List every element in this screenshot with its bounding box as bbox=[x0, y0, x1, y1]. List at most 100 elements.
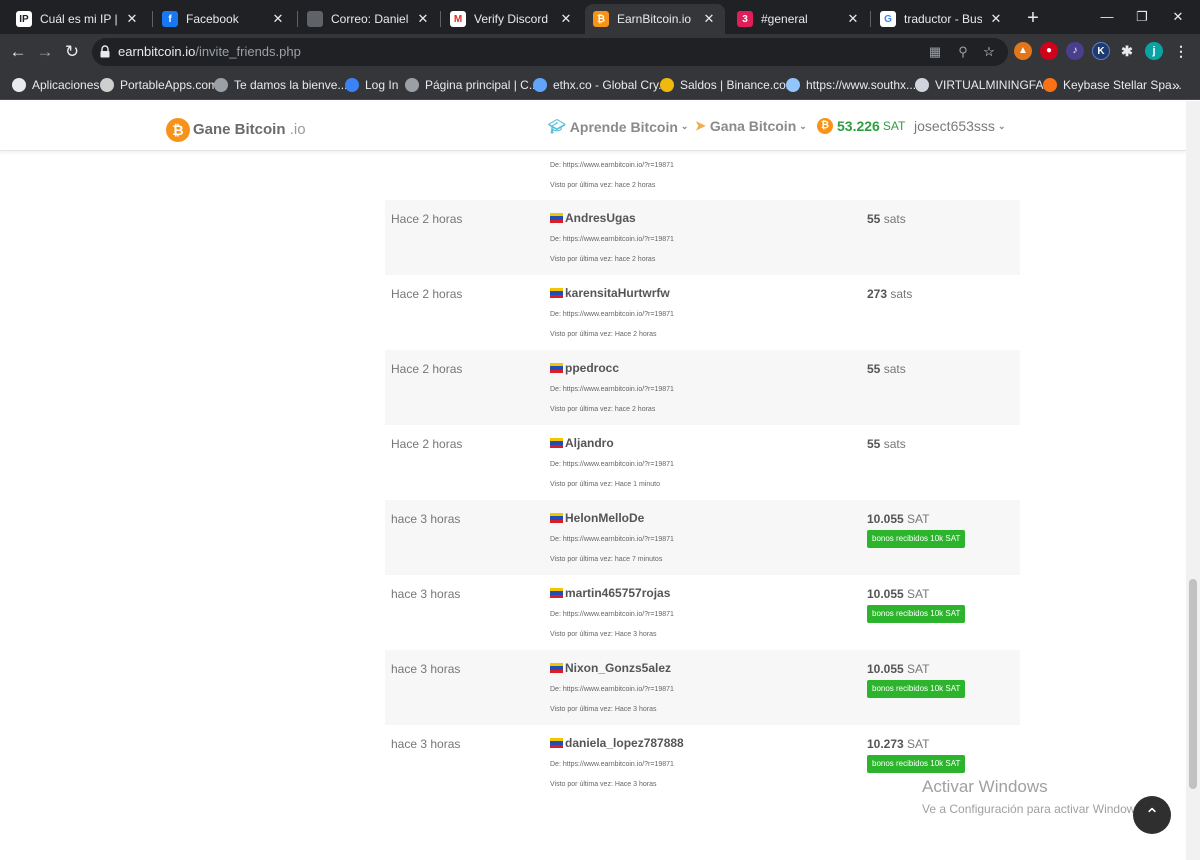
bonus-badge: bonos recibidos 10k SAT bbox=[867, 605, 966, 623]
extension-purple-icon[interactable]: ♪ bbox=[1066, 42, 1084, 60]
referral-last-seen: Visto por última vez: hace 7 minutos bbox=[550, 556, 663, 563]
tab-title: Correo: Daniela lope bbox=[331, 12, 409, 26]
tab-close-icon[interactable]: ✕ bbox=[270, 11, 286, 27]
windows-activation-title: Activar Windows bbox=[922, 777, 1048, 796]
bonus-badge: bonos recibidos 10k SAT bbox=[867, 530, 966, 548]
referral-username[interactable]: Nixon_Gonzs5alez bbox=[565, 661, 671, 675]
translate-icon[interactable]: ▦ bbox=[926, 43, 944, 61]
profile-avatar[interactable]: j bbox=[1145, 42, 1163, 60]
scrollbar-thumb[interactable] bbox=[1189, 579, 1197, 789]
referral-row: hace 3 horas Nixon_Gonzs5alez De: https://… bbox=[385, 650, 1020, 725]
earnings-amount: 10.273 bbox=[867, 737, 904, 751]
close-window-button[interactable]: ✕ bbox=[1163, 6, 1193, 28]
restore-button[interactable]: ❐ bbox=[1127, 6, 1157, 28]
bookmark-item[interactable]: Keybase Stellar Spa... bbox=[1043, 76, 1182, 94]
tab-favicon-icon: f bbox=[162, 11, 178, 27]
browser-tab[interactable]: IP Cuál es mi IP | Cómo ✕ bbox=[8, 4, 148, 34]
browser-tab[interactable]: M Verify Discord Login ✕ bbox=[442, 4, 582, 34]
tab-close-icon[interactable]: ✕ bbox=[988, 11, 1004, 27]
venezuela-flag-icon bbox=[550, 438, 563, 448]
bookmark-favicon-icon bbox=[915, 78, 929, 92]
page-scrollbar[interactable] bbox=[1186, 101, 1200, 860]
minimize-button[interactable]: — bbox=[1092, 6, 1122, 28]
tab-favicon-icon: G bbox=[880, 11, 896, 27]
zoom-icon[interactable]: ⚲ bbox=[954, 43, 972, 61]
bookmark-label: Saldos | Binance.com bbox=[680, 78, 796, 92]
bonus-badge: bonos recibidos 10k SAT bbox=[867, 755, 966, 773]
bookmark-item[interactable]: Log In bbox=[345, 76, 398, 94]
new-tab-button[interactable]: + bbox=[1022, 7, 1044, 29]
extensions-puzzle-icon[interactable]: ✱ bbox=[1118, 42, 1136, 60]
earnings-unit: SAT bbox=[907, 512, 930, 526]
nav-earn-bitcoin[interactable]: ➤ Gana Bitcoin ⌄ bbox=[695, 118, 807, 134]
referral-username[interactable]: AndresUgas bbox=[565, 211, 636, 225]
site-navbar: ₿ Gane Bitcoin .io 🎓︎ Aprende Bitcoin ⌄ … bbox=[0, 101, 1186, 151]
reload-icon[interactable]: ↻ bbox=[60, 40, 84, 64]
referral-username[interactable]: HelonMelloDe bbox=[565, 511, 644, 525]
earnings-unit: sats bbox=[883, 362, 906, 376]
referral-username[interactable]: Aljandro bbox=[565, 436, 614, 450]
referral-source: De: https://www.earnbitcoin.io/?r=19871 bbox=[550, 461, 674, 468]
menu-kebab-icon[interactable]: ⋮ bbox=[1172, 42, 1190, 60]
referral-joined-time: Hace 2 horas bbox=[391, 212, 463, 226]
bookmark-favicon-icon bbox=[405, 78, 419, 92]
nav-learn-bitcoin[interactable]: 🎓︎ Aprende Bitcoin ⌄ bbox=[548, 118, 688, 135]
earnings-unit: SAT bbox=[907, 587, 930, 601]
referral-row: Hace 2 horas Aljandro De: https://www.earn… bbox=[385, 425, 1020, 500]
bookmark-item[interactable]: Saldos | Binance.com bbox=[660, 76, 796, 94]
extension-red-icon[interactable]: ● bbox=[1040, 42, 1058, 60]
lock-icon bbox=[100, 45, 110, 58]
bookmark-label: ethx.co - Global Cry... bbox=[553, 78, 669, 92]
balance-display[interactable]: ₿ 53.226 SAT bbox=[817, 118, 905, 134]
tab-close-icon[interactable]: ✕ bbox=[558, 11, 574, 27]
user-menu[interactable]: josect653sss ⌄ bbox=[914, 118, 1005, 134]
metamask-icon[interactable]: ▲ bbox=[1014, 42, 1032, 60]
scroll-to-top-button[interactable]: ⌃ bbox=[1133, 796, 1171, 834]
bookmark-favicon-icon bbox=[1043, 78, 1057, 92]
browser-tab[interactable]: Gtraductor - Buscar c ✕ bbox=[872, 4, 1012, 34]
bookmark-item[interactable]: PortableApps.com bbox=[100, 76, 218, 94]
referral-row: hace 3 horas martin465757rojas De: https:/… bbox=[385, 575, 1020, 650]
bookmark-item[interactable]: Página principal | C... bbox=[405, 76, 539, 94]
referral-earnings: 10.273 SAT bbox=[867, 737, 930, 751]
browser-tab[interactable]: 3 #general ✕ bbox=[729, 4, 869, 34]
bookmark-item[interactable]: ethx.co - Global Cry... bbox=[533, 76, 668, 94]
tab-close-icon[interactable]: ✕ bbox=[124, 11, 140, 27]
bookmark-favicon-icon bbox=[786, 78, 800, 92]
bookmark-item[interactable]: VIRTUALMININGFA... bbox=[915, 76, 1053, 94]
page-viewport: ₿ Gane Bitcoin .io 🎓︎ Aprende Bitcoin ⌄ … bbox=[0, 101, 1186, 860]
referral-username[interactable]: ppedrocc bbox=[565, 361, 619, 375]
bookmark-item[interactable]: Te damos la bienve... bbox=[214, 76, 347, 94]
tab-close-icon[interactable]: ✕ bbox=[701, 11, 717, 27]
referral-username[interactable]: martin465757rojas bbox=[565, 586, 670, 600]
bookmark-label: https://www.southx... bbox=[806, 78, 917, 92]
forward-icon[interactable]: → bbox=[33, 40, 57, 64]
tab-close-icon[interactable]: ✕ bbox=[415, 11, 431, 27]
browser-tab[interactable]: ₿ EarnBitcoin.io | Pag ✕ bbox=[585, 4, 725, 34]
referral-username[interactable]: daniela_lopez787888 bbox=[565, 736, 684, 750]
address-bar[interactable]: earnbitcoin.io/invite_friends.php ▦ ⚲ ☆ bbox=[92, 38, 1008, 66]
bookmark-favicon-icon bbox=[214, 78, 228, 92]
tab-separator bbox=[440, 11, 441, 27]
tab-separator bbox=[297, 11, 298, 27]
tab-close-icon[interactable]: ✕ bbox=[845, 11, 861, 27]
browser-tab[interactable]: f Facebook ✕ bbox=[154, 4, 294, 34]
bookmark-label: Keybase Stellar Spa... bbox=[1063, 78, 1182, 92]
bookmark-item[interactable]: Aplicaciones bbox=[12, 76, 99, 94]
browser-tab[interactable]: Correo: Daniela lope ✕ bbox=[299, 4, 439, 34]
extension-k-icon[interactable]: K bbox=[1092, 42, 1110, 60]
referral-username[interactable]: karensitaHurtwrfw bbox=[565, 286, 670, 300]
back-icon[interactable]: ← bbox=[6, 40, 30, 64]
venezuela-flag-icon bbox=[550, 363, 563, 373]
site-logo-text[interactable]: Gane Bitcoin .io bbox=[193, 121, 306, 138]
earnings-unit: SAT bbox=[907, 662, 930, 676]
bookmark-star-icon[interactable]: ☆ bbox=[980, 43, 998, 61]
tab-separator bbox=[870, 11, 871, 27]
venezuela-flag-icon bbox=[550, 588, 563, 598]
bitcoin-logo-icon[interactable]: ₿ bbox=[166, 118, 190, 142]
earnings-unit: sats bbox=[883, 212, 906, 226]
referral-last-seen: Visto por última vez: Hace 1 minuto bbox=[550, 481, 660, 488]
bookmark-item[interactable]: https://www.southx... bbox=[786, 76, 916, 94]
referral-source: De: https://www.earnbitcoin.io/?r=19871 bbox=[550, 162, 674, 169]
venezuela-flag-icon bbox=[550, 513, 563, 523]
